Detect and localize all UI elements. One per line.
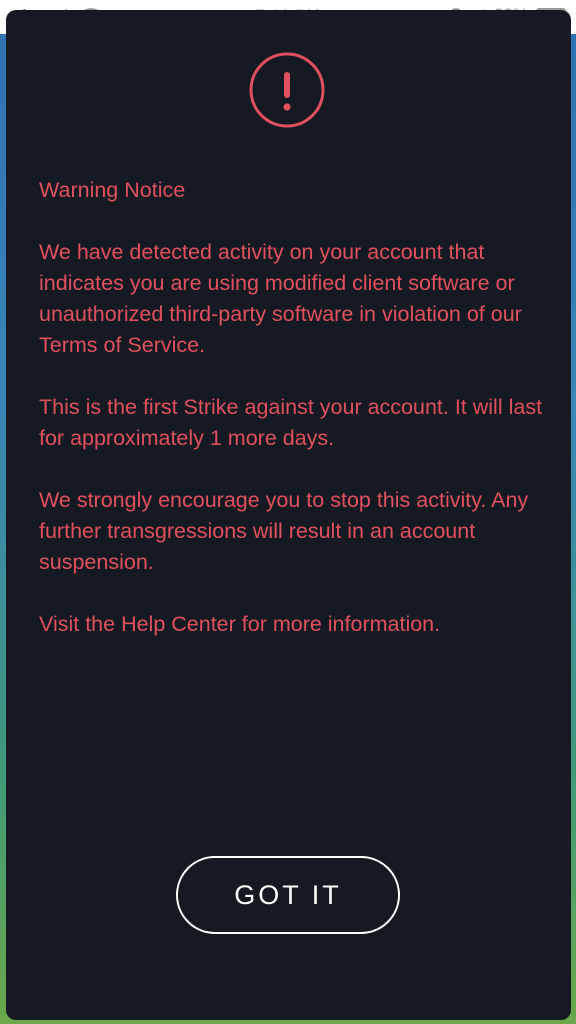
dialog-title: Warning Notice [39, 178, 186, 202]
help-center-paragraph: Visit the Help Center for more informati… [39, 612, 441, 636]
strike-paragraph: This is the first Strike against your ac… [39, 395, 543, 450]
warning-message: Warning Notice We have detected activity… [39, 175, 549, 671]
detection-paragraph: We have detected activity on your accoun… [39, 240, 522, 357]
got-it-button[interactable]: GOT IT [176, 856, 400, 934]
warning-dialog: Warning Notice We have detected activity… [6, 10, 571, 1020]
alert-icon [249, 52, 325, 128]
encouragement-paragraph: We strongly encourage you to stop this a… [39, 488, 529, 574]
